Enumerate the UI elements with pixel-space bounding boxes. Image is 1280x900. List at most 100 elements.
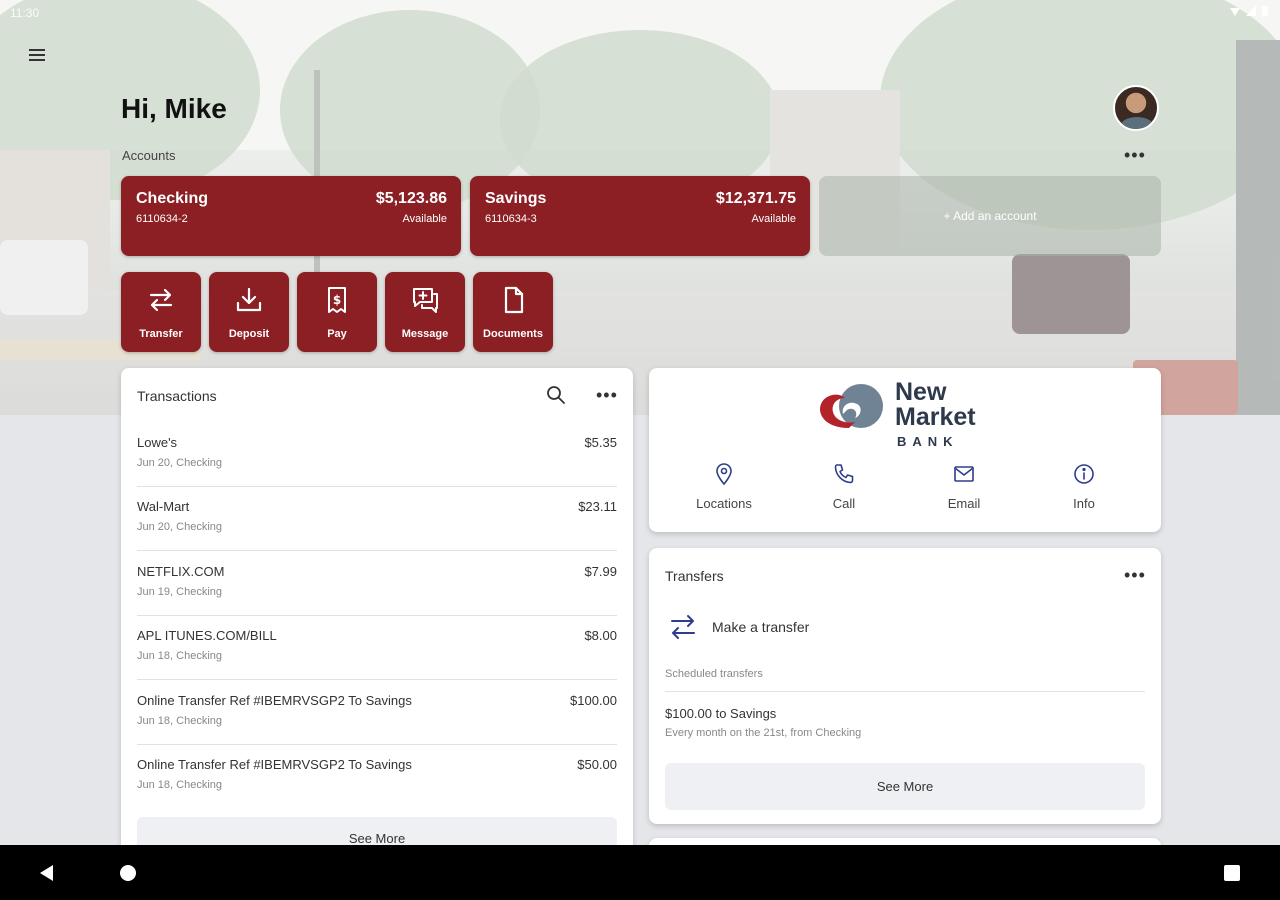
bank-logo-mark xyxy=(820,384,883,428)
transfer-icon xyxy=(149,288,173,312)
transaction-description: Online Transfer Ref #IBEMRVSGP2 To Savin… xyxy=(137,693,412,708)
hamburger-icon xyxy=(26,49,48,61)
transactions-title: Transactions xyxy=(137,388,217,404)
email-icon xyxy=(954,466,974,482)
transaction-meta: Jun 19, Checking xyxy=(137,586,222,598)
call-label: Call xyxy=(832,496,856,511)
greeting: Hi, Mike xyxy=(121,93,227,124)
status-bar: 11:30 xyxy=(0,0,1280,26)
account-balance-label: Available xyxy=(751,213,796,225)
scheduled-transfer-detail: Every month on the 21st, from Checking xyxy=(665,727,862,739)
account-card-checking[interactable]: Checking 6110634-2 $5,123.86 Available xyxy=(121,176,461,256)
transfer-icon xyxy=(671,615,695,639)
bank-logo: New Market BANK xyxy=(815,380,995,450)
location-pin-icon xyxy=(716,463,732,486)
transaction-meta: Jun 18, Checking xyxy=(137,650,222,662)
profile-more-button[interactable]: ••• xyxy=(1124,145,1146,166)
transaction-meta: Jun 18, Checking xyxy=(137,715,222,727)
transfer-button[interactable]: Transfer xyxy=(121,272,201,352)
transaction-description: Wal-Mart xyxy=(137,499,190,514)
transaction-amount: $100.00 xyxy=(570,693,617,708)
home-icon[interactable] xyxy=(120,865,136,881)
scheduled-transfer-title: $100.00 to Savings xyxy=(665,706,777,721)
transaction-meta: Jun 20, Checking xyxy=(137,521,222,533)
battery-icon xyxy=(1262,6,1268,16)
status-icons xyxy=(1230,6,1268,16)
pay-label: Pay xyxy=(327,328,347,340)
documents-button[interactable]: Documents xyxy=(473,272,553,352)
bank-logo-text: New Market xyxy=(895,380,976,430)
bank-logo-line3: BANK xyxy=(897,434,959,449)
call-button[interactable]: Call xyxy=(784,462,904,511)
add-account-button[interactable]: + Add an account xyxy=(819,176,1161,256)
transfers-card: Transfers ••• Make a transfer Scheduled … xyxy=(649,548,1161,824)
transactions-more-button[interactable]: ••• xyxy=(596,386,618,404)
svg-text:$: $ xyxy=(333,293,341,307)
transaction-description: APL ITUNES.COM/BILL xyxy=(137,628,277,643)
documents-icon xyxy=(504,286,524,314)
bank-card: New Market BANK Locations Call Email Inf… xyxy=(649,368,1161,532)
pay-icon: $ xyxy=(328,287,346,313)
transaction-amount: $7.99 xyxy=(584,564,617,579)
make-transfer-button[interactable]: Make a transfer xyxy=(665,608,1145,648)
info-label: Info xyxy=(1073,496,1095,511)
wifi-icon xyxy=(1230,8,1240,16)
transaction-row[interactable]: Wal-Mart Jun 20, Checking $23.11 xyxy=(137,487,617,551)
transaction-description: Online Transfer Ref #IBEMRVSGP2 To Savin… xyxy=(137,757,412,772)
email-label: Email xyxy=(947,496,981,511)
locations-button[interactable]: Locations xyxy=(664,462,784,511)
message-label: Message xyxy=(401,328,449,340)
navigation-bar xyxy=(0,845,1280,900)
deposit-icon xyxy=(236,287,262,312)
divider xyxy=(665,691,1145,692)
transaction-row[interactable]: NETFLIX.COM Jun 19, Checking $7.99 xyxy=(137,552,617,616)
transaction-description: NETFLIX.COM xyxy=(137,564,225,579)
transaction-amount: $5.35 xyxy=(584,435,617,450)
account-balance: $5,123.86 xyxy=(375,190,447,207)
transaction-amount: $50.00 xyxy=(577,757,617,772)
recents-icon[interactable] xyxy=(1224,865,1240,881)
deposit-label: Deposit xyxy=(228,328,270,340)
avatar[interactable] xyxy=(1113,85,1159,131)
signal-icon xyxy=(1246,6,1256,16)
message-button[interactable]: Message xyxy=(385,272,465,352)
info-button[interactable]: Info xyxy=(1024,462,1144,511)
account-balance: $12,371.75 xyxy=(715,190,796,207)
scheduled-transfers-label: Scheduled transfers xyxy=(665,668,763,680)
transaction-meta: Jun 18, Checking xyxy=(137,779,222,791)
back-icon[interactable] xyxy=(40,865,53,881)
transaction-meta: Jun 20, Checking xyxy=(137,457,222,469)
account-number: 6110634-2 xyxy=(136,213,188,225)
email-button[interactable]: Email xyxy=(904,462,1024,511)
status-time: 11:30 xyxy=(10,6,40,20)
transaction-amount: $23.11 xyxy=(578,499,617,514)
transaction-row[interactable]: Online Transfer Ref #IBEMRVSGP2 To Savin… xyxy=(137,745,617,809)
transfers-more-button[interactable]: ••• xyxy=(1124,566,1146,584)
make-transfer-label: Make a transfer xyxy=(712,619,810,635)
search-icon[interactable] xyxy=(546,385,566,405)
deposit-button[interactable]: Deposit xyxy=(209,272,289,352)
documents-label: Documents xyxy=(483,328,543,340)
transfers-title: Transfers xyxy=(665,568,724,584)
menu-button[interactable] xyxy=(26,46,48,68)
account-name: Savings xyxy=(485,190,547,207)
message-icon xyxy=(413,288,438,313)
transfer-label: Transfer xyxy=(139,328,183,340)
transaction-row[interactable]: APL ITUNES.COM/BILL Jun 18, Checking $8.… xyxy=(137,616,617,680)
scheduled-transfer-item[interactable]: $100.00 to Savings Every month on the 21… xyxy=(665,706,1145,746)
transaction-description: Lowe's xyxy=(137,435,178,450)
account-name: Checking xyxy=(136,190,209,207)
account-balance-label: Available xyxy=(402,213,447,225)
transfers-see-more-button[interactable]: See More xyxy=(665,763,1145,810)
transaction-amount: $8.00 xyxy=(584,628,617,643)
pay-button[interactable]: $ Pay xyxy=(297,272,377,352)
account-card-savings[interactable]: Savings 6110634-3 $12,371.75 Available xyxy=(470,176,810,256)
phone-icon xyxy=(834,464,854,484)
transaction-row[interactable]: Online Transfer Ref #IBEMRVSGP2 To Savin… xyxy=(137,681,617,745)
accounts-label: Accounts xyxy=(122,148,176,163)
bank-logo-line2: Market xyxy=(895,403,976,431)
locations-label: Locations xyxy=(696,496,752,511)
info-icon xyxy=(1074,464,1094,484)
bank-logo-line1: New xyxy=(895,378,947,406)
transaction-row[interactable]: Lowe's Jun 20, Checking $5.35 xyxy=(137,423,617,487)
